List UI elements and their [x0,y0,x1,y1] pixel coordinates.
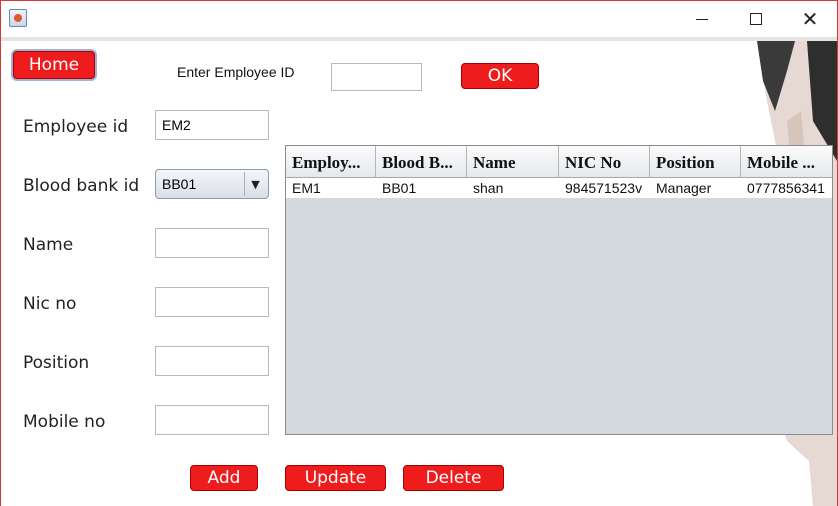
mobile-no-field[interactable] [155,405,269,435]
position-label: Position [23,353,90,373]
minimize-button[interactable] [679,1,725,37]
table-row[interactable]: EM1 BB01 shan 984571523v Manager 0777856… [286,178,832,198]
column-header-employee-id[interactable]: Employ... [286,146,376,178]
column-header-mobile[interactable]: Mobile ... [741,146,832,178]
search-label: Enter Employee ID [177,64,295,80]
position-field[interactable] [155,346,269,376]
column-header-nic-no[interactable]: NIC No [559,146,650,178]
title-bar: ✕ [1,1,837,37]
mobile-no-label: Mobile no [23,412,106,432]
blood-bank-id-label: Blood bank id [23,176,140,196]
employee-id-field[interactable] [155,110,269,140]
table-cell: 984571523v [565,180,643,196]
table-cell: 0777856341 [747,180,825,196]
maximize-icon [750,13,762,25]
column-header-blood-bank[interactable]: Blood B... [376,146,467,178]
employee-id-label: Employee id [23,117,129,137]
table-cell: BB01 [382,180,417,196]
close-button[interactable]: ✕ [787,1,833,37]
table-cell: Manager [656,180,712,196]
dropdown-arrow-icon[interactable]: ▼ [244,172,266,196]
blood-bank-id-value: BB01 [162,176,197,192]
employee-table[interactable]: Employ... Blood B... Name NIC No Positio… [285,145,833,435]
name-field[interactable] [155,228,269,258]
table-header: Employ... Blood B... Name NIC No Positio… [286,146,832,178]
nic-no-field[interactable] [155,287,269,317]
column-header-name[interactable]: Name [467,146,559,178]
blood-bank-id-select[interactable]: BB01 ▼ [155,169,269,199]
column-header-position[interactable]: Position [650,146,741,178]
ok-button[interactable]: OK [461,63,539,89]
name-label: Name [23,235,74,255]
update-button[interactable]: Update [285,465,386,491]
app-window: ✕ Home Enter Employee ID OK Employee id … [0,0,838,506]
home-button[interactable]: Home [13,51,95,79]
delete-button[interactable]: Delete [403,465,504,491]
employee-id-search-input[interactable] [331,63,422,91]
table-cell: EM1 [292,180,321,196]
java-app-icon [9,9,27,27]
add-button[interactable]: Add [190,465,258,491]
nic-no-label: Nic no [23,294,77,314]
minimize-icon [696,18,708,20]
main-panel: Home Enter Employee ID OK Employee id Bl… [1,41,837,506]
table-cell: shan [473,180,504,196]
close-icon: ✕ [801,7,819,31]
maximize-button[interactable] [733,1,779,37]
